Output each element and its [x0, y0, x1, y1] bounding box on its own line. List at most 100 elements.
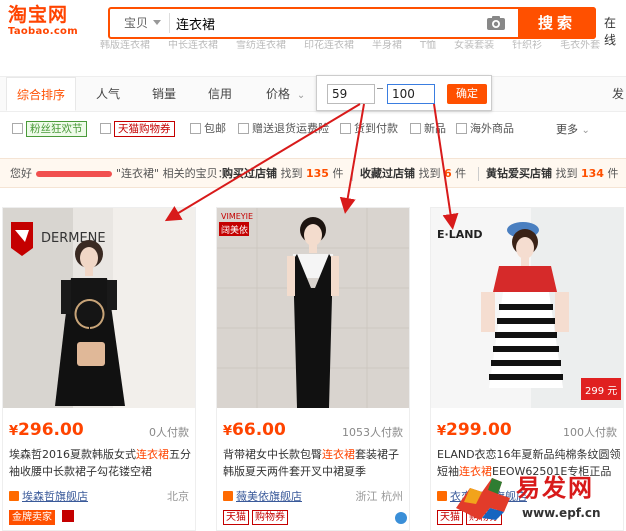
stat-label: 收藏过店铺 — [360, 167, 415, 180]
filter-label: 海外商品 — [470, 122, 514, 135]
payer-count: 100人付款 — [563, 426, 617, 439]
hot-word[interactable]: 韩版连衣裙 — [100, 40, 150, 52]
title-keyword: 连衣裙 — [322, 448, 355, 461]
gold-seller-badge[interactable]: 金牌卖家 — [9, 510, 55, 525]
coupon-badge[interactable]: 购物券 — [252, 510, 288, 525]
badge-row: 金牌卖家 — [9, 510, 74, 526]
product-price: ¥299.00 — [437, 420, 512, 440]
sortbar-right-text[interactable]: 发 — [612, 77, 624, 111]
chevron-down-icon: ⌄ — [296, 90, 306, 101]
search-bar: 宝贝 搜索 — [108, 7, 596, 39]
product-photo: E·LAND 299 元 — [431, 208, 623, 408]
more-filters-button[interactable]: 更多 ⌄ — [556, 121, 590, 137]
camera-icon[interactable] — [486, 15, 506, 31]
price-max-input[interactable]: 100 — [387, 84, 435, 104]
checkbox[interactable] — [100, 123, 111, 134]
shop-link[interactable]: 薇美依旗舰店 — [223, 488, 302, 504]
stat-purchased-shops[interactable]: 购买过店铺 找到 135 件 — [222, 159, 343, 189]
badge-row: 天猫购物券 — [223, 510, 291, 526]
title-pre: 背带裙女中长款包臀 — [223, 448, 322, 461]
hot-word[interactable]: 中长连衣裙 — [168, 40, 218, 52]
product-title[interactable]: 埃森哲2016夏款韩版女式连衣裙五分袖收腰中长款裙子勾花镂空裙 — [9, 446, 193, 480]
shop-icon — [437, 491, 447, 501]
hot-words: 韩版连衣裙 中长连衣裙 雪纺连衣裙 印花连衣裙 半身裙 T恤 女装套装 针织衫 … — [100, 40, 626, 52]
stat-favorited-shops[interactable]: 收藏过店铺 找到 6 件 — [360, 159, 466, 189]
price-range-dash — [377, 88, 383, 89]
checkbox[interactable] — [340, 123, 351, 134]
filter-label: 粉丝狂欢节 — [26, 121, 87, 137]
payer-count: 0人付款 — [149, 426, 189, 439]
shop-icon — [223, 491, 233, 501]
checkbox[interactable] — [410, 123, 421, 134]
sort-tab-default[interactable]: 综合排序 — [6, 77, 77, 111]
divider — [478, 167, 479, 181]
checkbox[interactable] — [238, 123, 249, 134]
greeting: 您好 — [10, 167, 32, 180]
hot-word[interactable]: T恤 — [420, 40, 436, 52]
price-confirm-button[interactable]: 确定 — [447, 84, 487, 104]
product-card[interactable]: DERMENE ¥296.00 0人付款 埃森哲2016夏款韩版女式连衣裙五分袖… — [2, 207, 196, 531]
hot-word[interactable]: 针织衫 — [512, 40, 542, 52]
product-image[interactable]: E·LAND 299 元 — [431, 208, 623, 408]
title-keyword: 连衣裙 — [136, 448, 169, 461]
shop-link[interactable]: 埃森哲旗舰店 — [9, 488, 88, 504]
shop-name: 埃森哲旗舰店 — [22, 490, 88, 503]
chevron-down-icon — [153, 20, 161, 25]
search-type-label: 宝贝 — [124, 16, 149, 30]
hot-word[interactable]: 半身裙 — [372, 40, 402, 52]
sort-tab-credit[interactable]: 信用 — [208, 77, 232, 111]
sort-tab-popularity[interactable]: 人气 — [96, 77, 120, 111]
filter-label: 天猫购物券 — [114, 121, 175, 137]
watermark-url: www.epf.cn — [522, 506, 601, 520]
search-button[interactable]: 搜索 — [518, 7, 596, 39]
stat-found: 找到 — [280, 167, 303, 180]
filter-label: 包邮 — [204, 122, 226, 135]
product-card[interactable]: VIMEYIE 阔美依 ¥66.00 1053人付款 背带裙女中长款包臀连衣裙套… — [216, 207, 410, 531]
taobao-logo[interactable]: 淘宝网 Taobao.com — [8, 4, 88, 40]
price-value: 296.00 — [18, 420, 84, 440]
tmall-icon[interactable] — [61, 510, 74, 522]
hot-word[interactable]: 女装套装 — [454, 40, 494, 52]
search-input[interactable] — [176, 12, 486, 34]
redacted-username — [36, 171, 112, 177]
search-type-dropdown[interactable]: 宝贝 — [114, 13, 170, 33]
product-image[interactable]: DERMENE — [3, 208, 195, 408]
filter-overseas[interactable]: 海外商品 — [456, 121, 514, 137]
sort-tab-sales[interactable]: 销量 — [152, 77, 176, 111]
filter-tmall-coupon[interactable]: 天猫购物券 — [100, 121, 175, 137]
sort-tab-price-label: 价格 — [266, 87, 291, 101]
stat-found: 找到 — [555, 167, 578, 180]
watermark-title: 易发网 — [516, 473, 594, 502]
svg-text:VIMEYIE: VIMEYIE — [221, 212, 253, 221]
filter-label: 新品 — [424, 122, 446, 135]
product-image[interactable]: VIMEYIE 阔美依 — [217, 208, 409, 408]
filter-free-shipping[interactable]: 包邮 — [190, 121, 226, 137]
hot-word[interactable]: 毛衣外套 — [560, 40, 600, 52]
checkbox[interactable] — [190, 123, 201, 134]
stat-unit: 件 — [607, 167, 619, 180]
stat-count: 134 — [581, 167, 604, 180]
horse-logo-icon — [456, 478, 510, 520]
checkbox[interactable] — [12, 123, 23, 134]
logo-chinese: 淘宝网 — [8, 4, 69, 26]
svg-text:E·LAND: E·LAND — [437, 228, 483, 241]
checkbox[interactable] — [456, 123, 467, 134]
stat-count: 6 — [444, 167, 452, 180]
filter-fans-festival[interactable]: 粉丝狂欢节 — [12, 121, 87, 137]
price-min-input[interactable]: 59 — [327, 84, 375, 104]
filter-return-insurance[interactable]: 赠送退货运费险 — [238, 121, 329, 137]
filter-new-items[interactable]: 新品 — [410, 121, 446, 137]
hot-word[interactable]: 雪纺连衣裙 — [236, 40, 286, 52]
product-title[interactable]: 背带裙女中长款包臀连衣裙套装裙子韩版夏天两件套开叉中裙夏季 — [223, 446, 407, 480]
stat-label: 购买过店铺 — [222, 167, 277, 180]
logo-english: Taobao.com — [8, 26, 78, 37]
sort-tab-price[interactable]: 价格 ⌄ — [266, 77, 305, 111]
shop-stats-row: 您好 "连衣裙" 相关的宝贝： 购买过店铺 找到 135 件 收藏过店铺 找到 … — [0, 158, 626, 188]
wangwang-chat-icon[interactable] — [395, 512, 407, 524]
stat-yellow-diamond-shops[interactable]: 黄钻爱买店铺 找到 134 件 — [486, 159, 618, 189]
stat-unit: 件 — [455, 167, 467, 180]
filter-cash-on-delivery[interactable]: 货到付款 — [340, 121, 398, 137]
stat-count: 135 — [306, 167, 329, 180]
tmall-badge[interactable]: 天猫 — [223, 510, 249, 525]
hot-word[interactable]: 印花连衣裙 — [304, 40, 354, 52]
